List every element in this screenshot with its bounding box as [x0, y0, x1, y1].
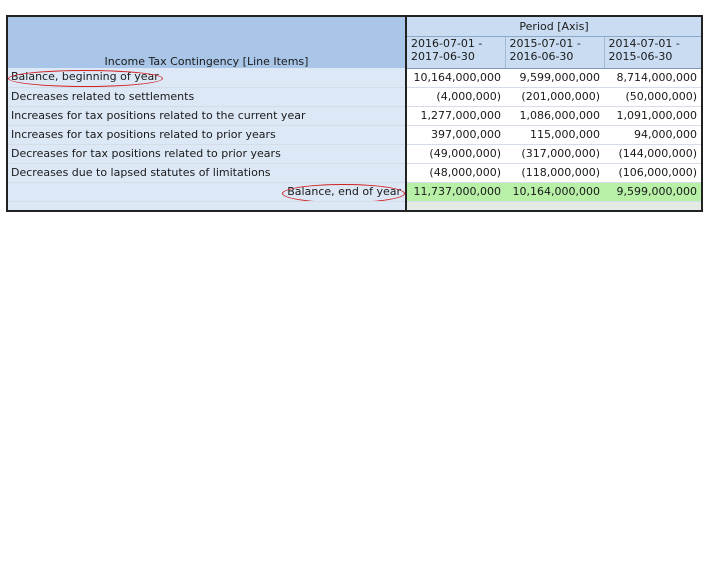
circled-label: Balance, end of year — [282, 183, 404, 200]
table-row: Increases for tax positions related to t… — [7, 106, 703, 126]
table-row: Decreases related to settlements (4,000,… — [7, 87, 703, 107]
period-start: 2016-07-01 - — [411, 36, 483, 50]
row-label: Balance, end of year — [7, 182, 407, 202]
row-label: Decreases related to settlements — [7, 87, 407, 107]
table-row: Decreases for tax positions related to p… — [7, 144, 703, 164]
value-cell: 397,000,000 — [406, 125, 505, 145]
filler-cell — [505, 201, 604, 211]
income-tax-contingency-table: Income Tax Contingency [Line Items] Peri… — [6, 15, 704, 212]
period-end: 2016-06-30 — [509, 49, 574, 63]
table-row: Decreases due to lapsed statutes of limi… — [7, 163, 703, 183]
value-cell: 10,164,000,000 — [406, 68, 505, 88]
value-cell: (201,000,000) — [505, 87, 604, 107]
row-label: Increases for tax positions related to p… — [7, 125, 407, 145]
filler-cell — [7, 201, 407, 211]
row-label-text: Balance, beginning of year — [11, 70, 159, 84]
period-start: 2015-07-01 - — [509, 36, 581, 50]
period-start: 2014-07-01 - — [608, 36, 680, 50]
value-cell: 1,277,000,000 — [406, 106, 505, 126]
period-axis-header: Period [Axis] — [404, 16, 703, 37]
filler-row — [7, 201, 703, 211]
total-value-cell: 11,737,000,000 — [406, 182, 505, 202]
line-items-header: Income Tax Contingency [Line Items] — [7, 16, 407, 68]
row-label: Increases for tax positions related to t… — [7, 106, 407, 126]
table-row: Balance, beginning of year 10,164,000,00… — [7, 68, 703, 88]
value-cell: (48,000,000) — [406, 163, 505, 183]
value-cell: (50,000,000) — [604, 87, 703, 107]
total-value-cell: 9,599,000,000 — [604, 182, 703, 202]
total-value-cell: 10,164,000,000 — [505, 182, 604, 202]
value-cell: (49,000,000) — [406, 144, 505, 164]
period-header-1: 2016-07-01 - 2017-06-30 — [406, 36, 506, 69]
value-cell: 115,000,000 — [505, 125, 604, 145]
row-label: Decreases due to lapsed statutes of limi… — [7, 163, 407, 183]
period-header-2: 2015-07-01 - 2016-06-30 — [505, 36, 605, 69]
filler-cell — [604, 201, 703, 211]
row-label-text: Balance, end of year — [287, 184, 401, 198]
value-cell: (317,000,000) — [505, 144, 604, 164]
circled-label: Balance, beginning of year — [8, 70, 163, 86]
value-cell: 9,599,000,000 — [505, 68, 604, 88]
value-cell: 1,091,000,000 — [604, 106, 703, 126]
value-cell: (118,000,000) — [505, 163, 604, 183]
value-cell: (106,000,000) — [604, 163, 703, 183]
value-cell: 8,714,000,000 — [604, 68, 703, 88]
value-cell: 94,000,000 — [604, 125, 703, 145]
value-cell: (144,000,000) — [604, 144, 703, 164]
value-cell: (4,000,000) — [406, 87, 505, 107]
total-row: Balance, end of year 11,737,000,000 10,1… — [7, 182, 703, 202]
period-end: 2015-06-30 — [608, 49, 673, 63]
value-cell: 1,086,000,000 — [505, 106, 604, 126]
filler-cell — [406, 201, 505, 211]
row-label: Decreases for tax positions related to p… — [7, 144, 407, 164]
period-header-3: 2014-07-01 - 2015-06-30 — [604, 36, 703, 69]
row-label: Balance, beginning of year — [7, 68, 407, 88]
table-row: Increases for tax positions related to p… — [7, 125, 703, 145]
period-end: 2017-06-30 — [411, 49, 475, 63]
